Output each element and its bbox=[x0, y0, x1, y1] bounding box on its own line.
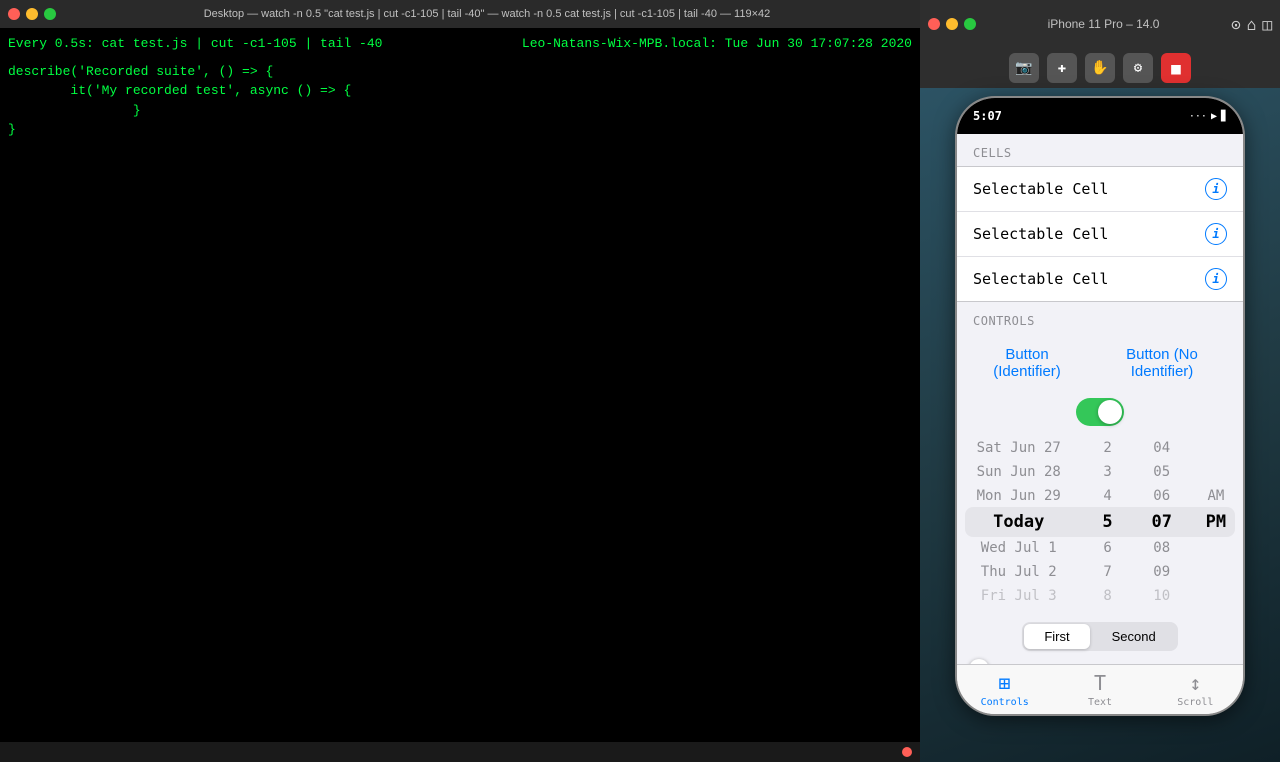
cell-label-1: Selectable Cell bbox=[973, 180, 1108, 198]
sim-close-button[interactable] bbox=[928, 18, 940, 30]
sim-title-icon3: ◫ bbox=[1262, 15, 1272, 34]
toggle-knob bbox=[1098, 400, 1122, 424]
iphone-device: 5:07 ··· ▶ ▊ CELLS Selectable Cell i bbox=[955, 96, 1245, 716]
sim-title-icon1: ⊙ bbox=[1231, 15, 1241, 34]
iphone-content: CELLS Selectable Cell i Selectable Cell … bbox=[957, 134, 1243, 664]
seg-second-button[interactable]: Second bbox=[1092, 624, 1176, 649]
code-line-4: } bbox=[8, 120, 912, 140]
tab-controls[interactable]: ⊞ Controls bbox=[957, 671, 1052, 708]
picker-row-5: Wed Jul 1 6 08 bbox=[957, 536, 1243, 560]
terminal-body: Every 0.5s: cat test.js | cut -c1-105 | … bbox=[0, 28, 920, 146]
terminal-header: Every 0.5s: cat test.js | cut -c1-105 | … bbox=[8, 34, 912, 54]
table-row[interactable]: Selectable Cell i bbox=[957, 167, 1243, 212]
terminal-bottom-bar bbox=[0, 742, 920, 762]
toggle-switch[interactable] bbox=[1076, 398, 1124, 426]
info-icon-2[interactable]: i bbox=[1205, 223, 1227, 245]
date-picker[interactable]: Sat Jun 27 2 04 Sun Jun 28 3 05 Mo bbox=[957, 432, 1243, 612]
picker-row-2: Sun Jun 28 3 05 bbox=[957, 460, 1243, 484]
simulator-toolbar: 📷 ✚ ✋ ⚙ ■ bbox=[920, 48, 1280, 88]
simulator-title: iPhone 11 Pro – 14.0 bbox=[982, 17, 1225, 31]
segmented-control-row: First Second bbox=[957, 612, 1243, 661]
sim-maximize-button[interactable] bbox=[964, 18, 976, 30]
code-line-1: describe('Recorded suite', () => { bbox=[8, 62, 912, 82]
simulator-panel: iPhone 11 Pro – 14.0 ⊙ ⌂ ◫ 📷 ✚ ✋ ⚙ ■ 5:0… bbox=[920, 0, 1280, 762]
text-tab-icon: T bbox=[1094, 671, 1106, 695]
info-icon-3[interactable]: i bbox=[1205, 268, 1227, 290]
code-line-2: it('My recorded test', async () => { bbox=[8, 81, 912, 101]
controls-buttons: Button (Identifier) Button (No Identifie… bbox=[957, 334, 1243, 392]
iphone-status-bar: 5:07 ··· ▶ ▊ bbox=[957, 98, 1243, 134]
cells-list: Selectable Cell i Selectable Cell i Sele… bbox=[957, 166, 1243, 302]
settings-tool-button[interactable]: ⚙ bbox=[1123, 53, 1153, 83]
sim-minimize-button[interactable] bbox=[946, 18, 958, 30]
picker-row-7: Fri Jul 3 8 10 bbox=[957, 584, 1243, 608]
minimize-button[interactable] bbox=[26, 8, 38, 20]
scroll-tab-icon: ↕ bbox=[1189, 671, 1201, 695]
iphone-wrapper: 5:07 ··· ▶ ▊ CELLS Selectable Cell i bbox=[920, 96, 1280, 716]
tab-scroll-label: Scroll bbox=[1177, 697, 1213, 708]
maximize-button[interactable] bbox=[44, 8, 56, 20]
terminal-timestamp: Leo-Natans-Wix-MPB.local: Tue Jun 30 17:… bbox=[522, 34, 912, 54]
status-time: 5:07 bbox=[973, 109, 1002, 123]
tab-text[interactable]: T Text bbox=[1052, 671, 1147, 708]
cells-section-header: CELLS bbox=[957, 134, 1243, 166]
simulator-titlebar: iPhone 11 Pro – 14.0 ⊙ ⌂ ◫ bbox=[920, 0, 1280, 48]
signal-icon: ··· bbox=[1189, 111, 1207, 122]
terminal-code-block: describe('Recorded suite', () => { it('M… bbox=[8, 62, 912, 140]
close-button[interactable] bbox=[8, 8, 20, 20]
code-line-3: } bbox=[8, 101, 912, 121]
seg-first-button[interactable]: First bbox=[1024, 624, 1089, 649]
picker-row-3: Mon Jun 29 4 06 AM bbox=[957, 484, 1243, 508]
cell-label-3: Selectable Cell bbox=[973, 270, 1108, 288]
toggle-row bbox=[957, 392, 1243, 432]
picker-row-6: Thu Jul 2 7 09 bbox=[957, 560, 1243, 584]
table-row[interactable]: Selectable Cell i bbox=[957, 257, 1243, 301]
terminal-status-dot bbox=[902, 747, 912, 757]
add-tool-button[interactable]: ✚ bbox=[1047, 53, 1077, 83]
sim-title-icon2: ⌂ bbox=[1247, 15, 1257, 34]
terminal-title: Desktop — watch -n 0.5 "cat test.js | cu… bbox=[62, 8, 912, 20]
terminal-window: Desktop — watch -n 0.5 "cat test.js | cu… bbox=[0, 0, 920, 762]
button-identifier[interactable]: Button (Identifier) bbox=[973, 346, 1081, 380]
status-icons: ··· ▶ ▊ bbox=[1189, 111, 1227, 122]
controls-section-header: CONTROLS bbox=[957, 302, 1243, 334]
table-row[interactable]: Selectable Cell i bbox=[957, 212, 1243, 257]
tab-scroll[interactable]: ↕ Scroll bbox=[1148, 671, 1243, 708]
tab-text-label: Text bbox=[1088, 697, 1112, 708]
iphone-notch bbox=[1040, 98, 1160, 122]
wifi-icon: ▶ bbox=[1211, 111, 1217, 122]
camera-tool-button[interactable]: 📷 bbox=[1009, 53, 1039, 83]
picker-row-1: Sat Jun 27 2 04 bbox=[957, 436, 1243, 460]
iphone-tabbar: ⊞ Controls T Text ↕ Scroll bbox=[957, 664, 1243, 714]
battery-icon: ▊ bbox=[1221, 111, 1227, 122]
cell-label-2: Selectable Cell bbox=[973, 225, 1108, 243]
tab-controls-label: Controls bbox=[981, 697, 1029, 708]
picker-row-selected: Today 5 07 PM bbox=[957, 508, 1243, 536]
info-icon-1[interactable]: i bbox=[1205, 178, 1227, 200]
terminal-watch-cmd: Every 0.5s: cat test.js | cut -c1-105 | … bbox=[8, 34, 382, 54]
controls-tab-icon: ⊞ bbox=[999, 671, 1011, 695]
segmented-control: First Second bbox=[1022, 622, 1177, 651]
stop-tool-button[interactable]: ■ bbox=[1161, 53, 1191, 83]
hand-tool-button[interactable]: ✋ bbox=[1085, 53, 1115, 83]
terminal-titlebar: Desktop — watch -n 0.5 "cat test.js | cu… bbox=[0, 0, 920, 28]
picker-rows: Sat Jun 27 2 04 Sun Jun 28 3 05 Mo bbox=[957, 436, 1243, 608]
button-no-identifier[interactable]: Button (No Identifier) bbox=[1097, 346, 1227, 380]
